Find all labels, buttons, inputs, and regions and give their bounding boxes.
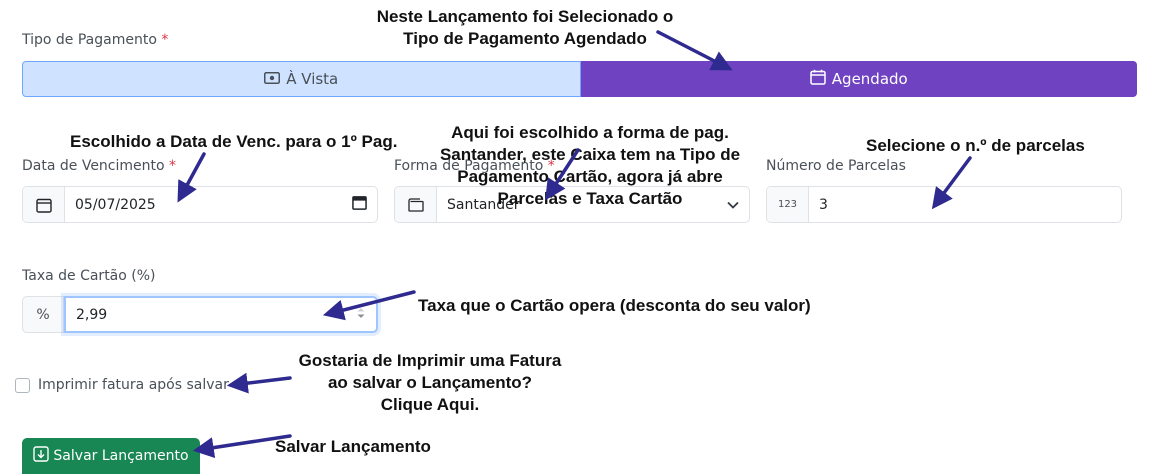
- save-button[interactable]: Salvar Lançamento: [22, 438, 200, 474]
- spinner-icon[interactable]: [356, 307, 366, 323]
- installments-value: 3: [819, 196, 828, 213]
- annotation-installments: Selecione o n.º de parcelas: [866, 136, 1085, 155]
- payment-option-avista[interactable]: À Vista: [22, 61, 581, 97]
- due-date-label: Data de Vencimento *: [22, 158, 176, 174]
- card-fee-value: 2,99: [76, 306, 108, 323]
- download-icon: [33, 446, 50, 466]
- annotation-payment-method: Aqui foi escolhido a forma de pag. Santa…: [420, 122, 760, 210]
- card-fee-input-group: % 2,99: [22, 296, 378, 333]
- cash-icon: [264, 70, 281, 88]
- card-fee-input[interactable]: 2,99: [64, 296, 378, 333]
- due-date-input-group: 05/07/2025: [22, 186, 378, 223]
- calendar-icon: [810, 69, 826, 89]
- annotation-text: Pagamento Cartão, agora já abre: [457, 167, 723, 186]
- annotation-due-date: Escolhido a Data de Venc. para o 1º Pag.: [70, 132, 398, 151]
- annotation-text: ao salvar o Lançamento?: [327, 373, 533, 392]
- installments-input-group: 123 3: [766, 186, 1122, 223]
- calendar-picker-icon[interactable]: [352, 195, 367, 214]
- calendar-icon: [23, 187, 65, 222]
- payment-option-avista-label: À Vista: [286, 70, 339, 88]
- annotation-payment-type: Neste Lançamento foi Selecionado o Tipo …: [340, 6, 710, 50]
- annotation-text: Clique Aqui.: [380, 395, 480, 414]
- annotation-print-invoice: Gostaria de Imprimir uma Fatura ao salva…: [280, 350, 580, 416]
- required-mark: *: [169, 158, 177, 174]
- due-date-value: 05/07/2025: [75, 196, 156, 213]
- payment-option-agendado[interactable]: Agendado: [580, 61, 1137, 97]
- numbers-icon: 123: [767, 187, 809, 222]
- annotation-text: Gostaria de Imprimir uma Fatura: [298, 351, 562, 370]
- payment-type-label: Tipo de Pagamento *: [22, 32, 168, 48]
- annotation-save: Salvar Lançamento: [275, 437, 431, 456]
- payment-type-toggle: À Vista Agendado: [22, 61, 1137, 97]
- installments-label: Número de Parcelas: [766, 158, 906, 174]
- annotation-card-fee: Taxa que o Cartão opera (desconta do seu…: [418, 296, 811, 315]
- print-invoice-checkbox[interactable]: [15, 378, 30, 393]
- due-date-label-text: Data de Vencimento: [22, 158, 165, 174]
- annotation-text: Aqui foi escolhido a forma de pag.: [451, 123, 729, 142]
- required-mark: *: [161, 32, 169, 48]
- payment-type-label-text: Tipo de Pagamento: [22, 32, 157, 48]
- print-invoice-label[interactable]: Imprimir fatura após salvar: [38, 377, 229, 393]
- percent-addon: %: [22, 296, 64, 333]
- payment-option-agendado-label: Agendado: [831, 70, 908, 88]
- installments-input[interactable]: 3: [809, 187, 1121, 222]
- annotation-text: Neste Lançamento foi Selecionado o: [376, 7, 674, 26]
- due-date-input[interactable]: 05/07/2025: [65, 187, 377, 222]
- annotation-text: Tipo de Pagamento Agendado: [403, 29, 647, 48]
- card-fee-label: Taxa de Cartão (%): [22, 268, 156, 284]
- save-button-label: Salvar Lançamento: [53, 448, 189, 464]
- annotation-text: Santander, este Caixa tem na Tipo de: [439, 145, 741, 164]
- annotation-text: Parcelas e Taxa Cartão: [497, 189, 683, 208]
